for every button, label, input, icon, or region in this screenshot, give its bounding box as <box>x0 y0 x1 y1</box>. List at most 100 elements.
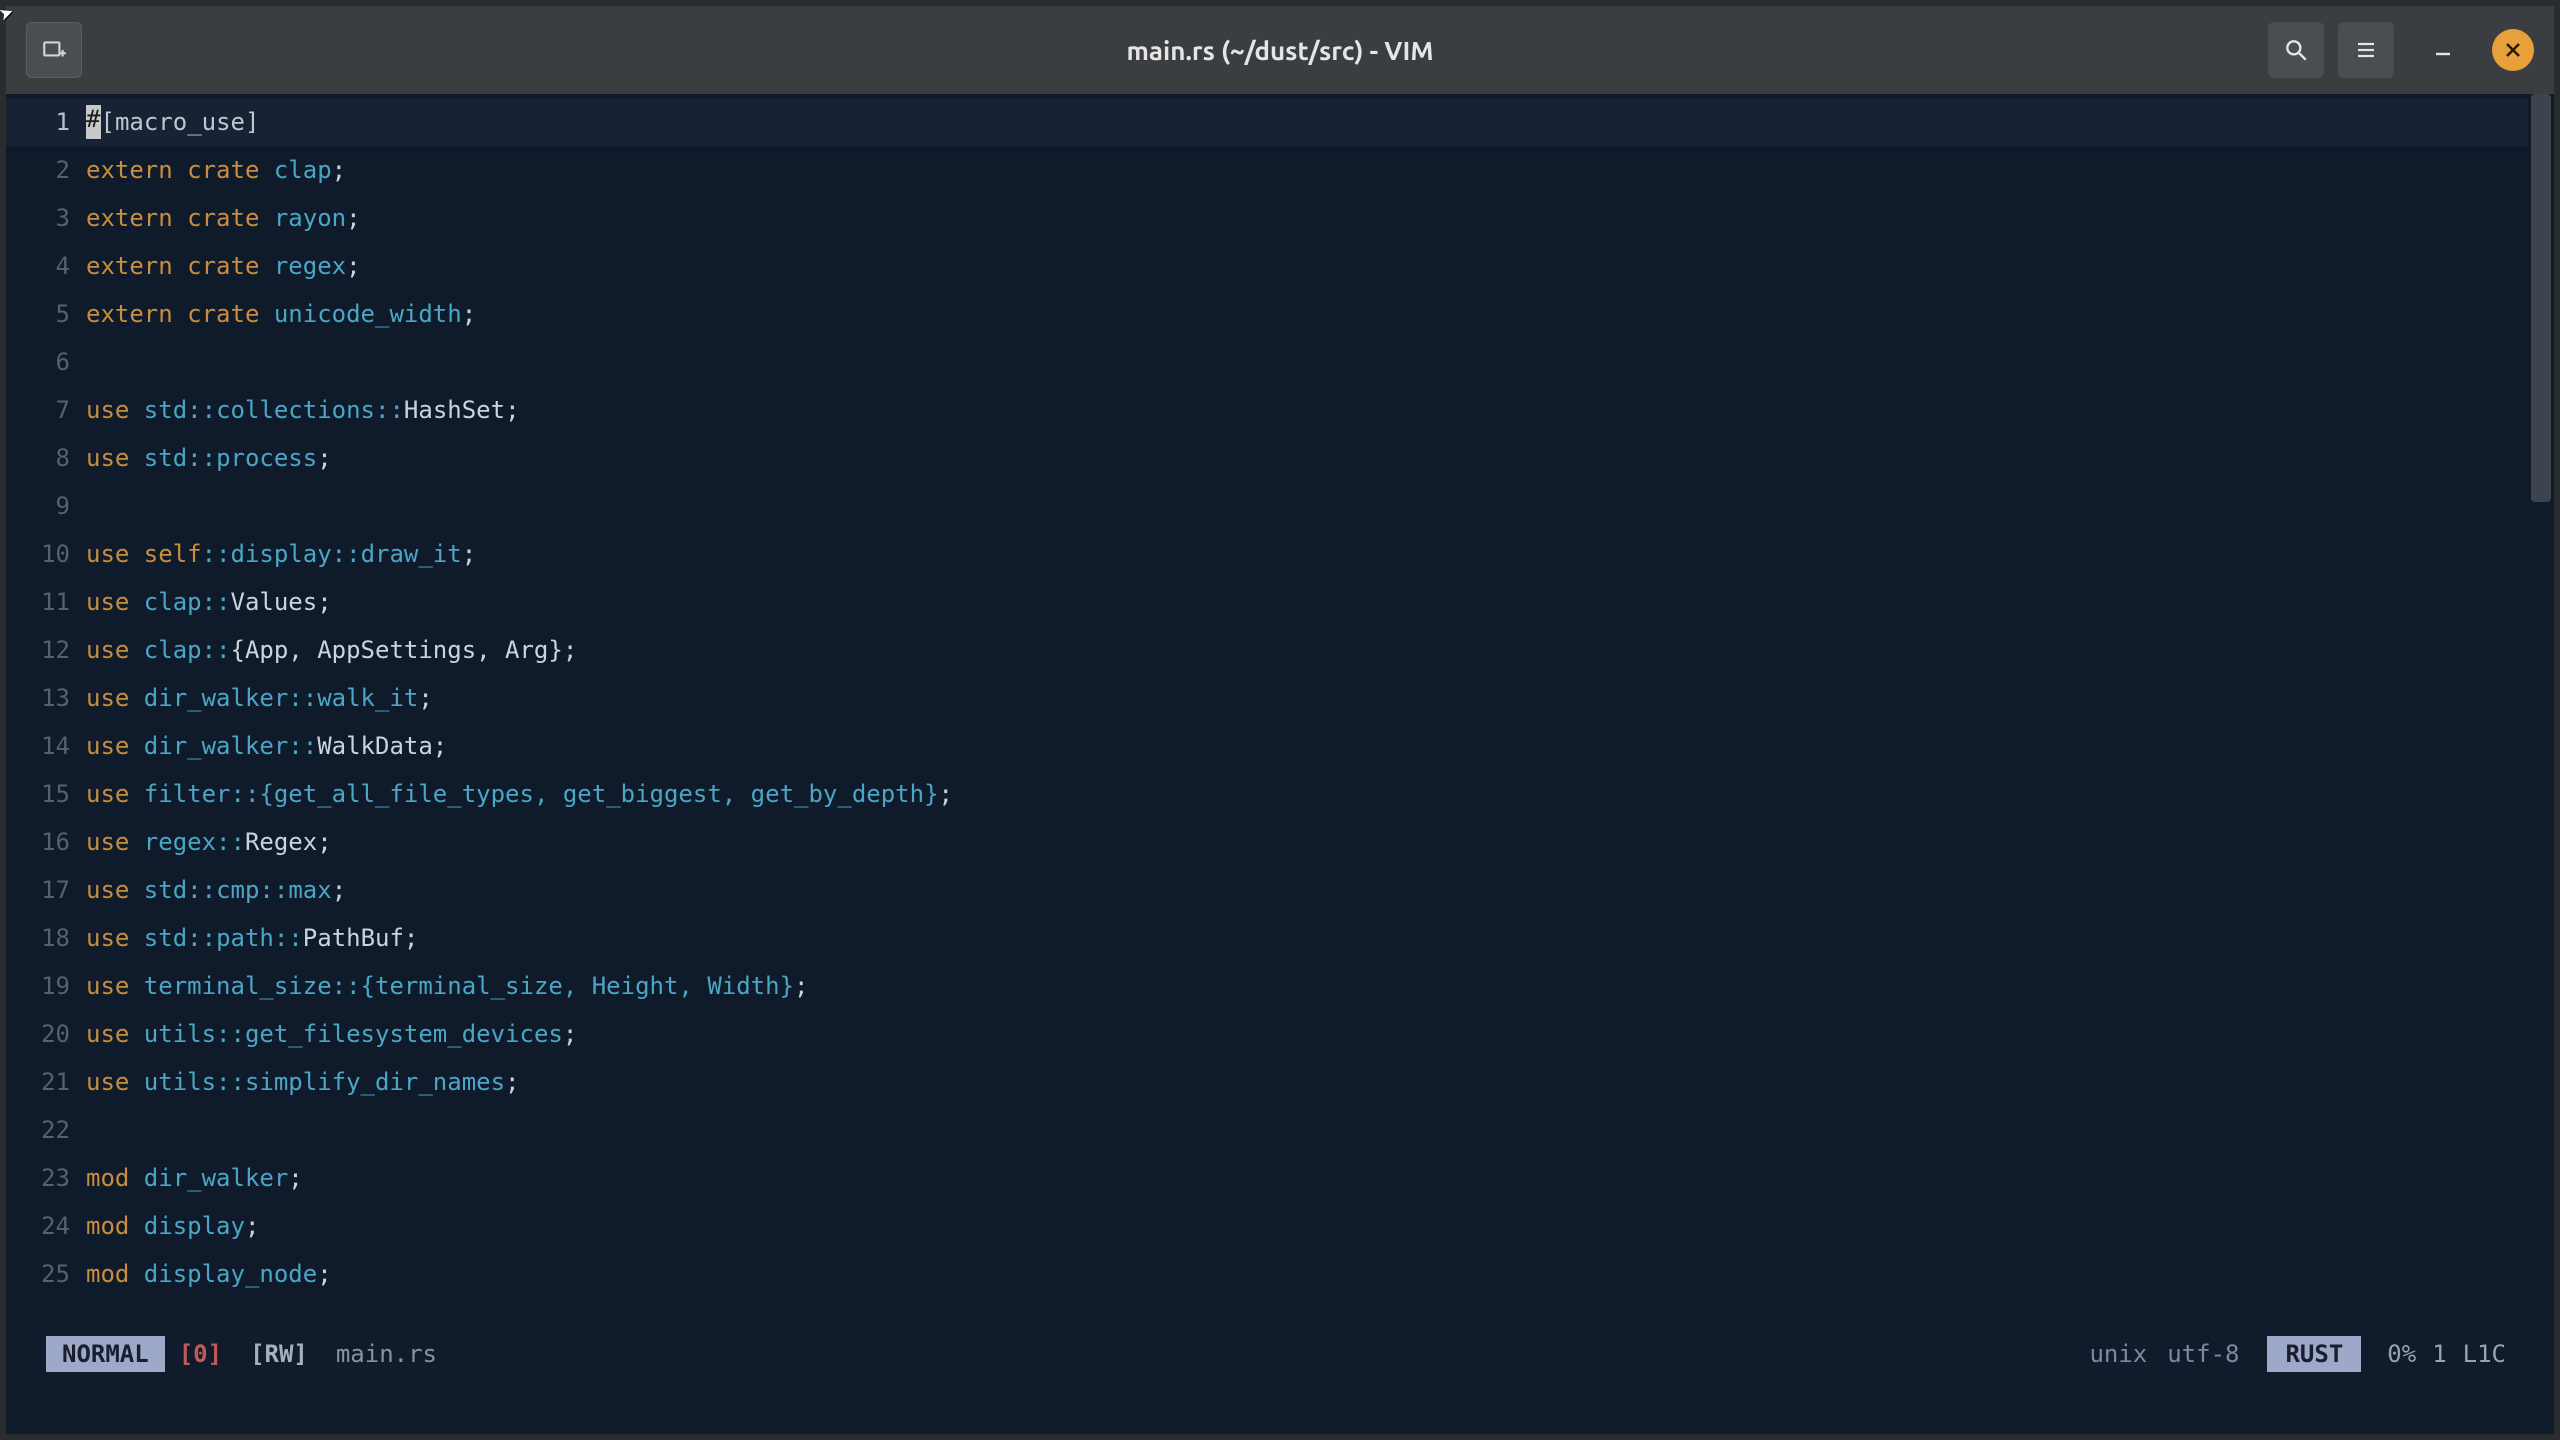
token-ident: clap <box>144 636 202 664</box>
token-ident: regex <box>274 252 346 280</box>
menu-button[interactable] <box>2338 22 2394 78</box>
token-punct: :: <box>332 972 361 1000</box>
code-line[interactable]: 25mod display_node; <box>6 1250 2554 1298</box>
code-line[interactable]: 12use clap::{App, AppSettings, Arg}; <box>6 626 2554 674</box>
new-tab-button[interactable] <box>26 22 82 78</box>
token-ident: path <box>216 924 274 952</box>
token-white: ; <box>505 1068 519 1096</box>
editor-viewport[interactable]: 1#[macro_use]2extern crate clap;3extern … <box>6 94 2554 1330</box>
filename-label: main.rs <box>322 1340 451 1368</box>
token-kw: use <box>86 636 144 664</box>
code-content: extern crate regex; <box>86 252 361 280</box>
token-ident: rayon <box>274 204 346 232</box>
line-number: 7 <box>6 396 86 424</box>
token-ident: utils <box>144 1068 216 1096</box>
line-number: 5 <box>6 300 86 328</box>
token-punct: :: <box>187 924 216 952</box>
code-line[interactable]: 5extern crate unicode_width; <box>6 290 2554 338</box>
token-punct: :: <box>216 1068 245 1096</box>
titlebar: main.rs (~/dust/src) - VIM <box>6 6 2554 94</box>
token-kw: use <box>86 780 144 808</box>
code-content: use utils::simplify_dir_names; <box>86 1068 520 1096</box>
token-kw: mod <box>86 1164 144 1192</box>
code-content: use utils::get_filesystem_devices; <box>86 1020 577 1048</box>
code-line[interactable]: 19use terminal_size::{terminal_size, Hei… <box>6 962 2554 1010</box>
token-ident: process <box>216 444 317 472</box>
code-line[interactable]: 20use utils::get_filesystem_devices; <box>6 1010 2554 1058</box>
code-content: extern crate rayon; <box>86 204 361 232</box>
token-kw: use <box>86 396 144 424</box>
code-content: mod dir_walker; <box>86 1164 303 1192</box>
token-kw: self <box>144 540 202 568</box>
token-punct: :: <box>288 684 317 712</box>
line-number: 15 <box>6 780 86 808</box>
token-ident: clap <box>274 156 332 184</box>
token-white: Values <box>231 588 318 616</box>
token-ident: {get_all_file_types, get_biggest, get_by… <box>259 780 938 808</box>
code-line[interactable]: 1#[macro_use] <box>6 98 2554 146</box>
token-kw: use <box>86 684 144 712</box>
token-white: ; <box>288 1164 302 1192</box>
code-content: use std::collections::HashSet; <box>86 396 520 424</box>
token-kw: use <box>86 924 144 952</box>
line-number: 14 <box>6 732 86 760</box>
terminal-window: main.rs (~/dust/src) - VIM <box>6 6 2554 1434</box>
command-line-area[interactable] <box>6 1378 2554 1434</box>
minimize-button[interactable] <box>2422 29 2464 71</box>
code-line[interactable]: 8use std::process; <box>6 434 2554 482</box>
token-white: ; <box>245 1212 259 1240</box>
line-number: 20 <box>6 1020 86 1048</box>
code-line[interactable]: 4extern crate regex; <box>6 242 2554 290</box>
line-number: 11 <box>6 588 86 616</box>
token-kw: use <box>86 540 144 568</box>
new-tab-icon <box>41 37 67 63</box>
line-number: 1 <box>6 108 86 136</box>
code-line[interactable]: 24mod display; <box>6 1202 2554 1250</box>
token-white: ; <box>462 540 476 568</box>
token-ident: utils <box>144 1020 216 1048</box>
token-kw: use <box>86 588 144 616</box>
code-line[interactable]: 2extern crate clap; <box>6 146 2554 194</box>
code-line[interactable]: 9 <box>6 482 2554 530</box>
token-white: Regex <box>245 828 317 856</box>
token-white: ; <box>563 1020 577 1048</box>
code-line[interactable]: 15use filter::{get_all_file_types, get_b… <box>6 770 2554 818</box>
code-line[interactable]: 13use dir_walker::walk_it; <box>6 674 2554 722</box>
token-white: ; <box>505 396 519 424</box>
code-content: use clap::{App, AppSettings, Arg}; <box>86 636 577 664</box>
line-number: 17 <box>6 876 86 904</box>
token-kw: use <box>86 1020 144 1048</box>
code-line[interactable]: 23mod dir_walker; <box>6 1154 2554 1202</box>
code-line[interactable]: 7use std::collections::HashSet; <box>6 386 2554 434</box>
token-ident: get_filesystem_devices <box>245 1020 563 1048</box>
line-number: 4 <box>6 252 86 280</box>
close-button[interactable] <box>2492 29 2534 71</box>
token-white: {App, AppSettings, Arg} <box>231 636 563 664</box>
code-content: use filter::{get_all_file_types, get_big… <box>86 780 953 808</box>
token-white: ; <box>332 156 346 184</box>
line-number: 9 <box>6 492 86 520</box>
code-line[interactable]: 22 <box>6 1106 2554 1154</box>
token-white: WalkData <box>317 732 433 760</box>
search-button[interactable] <box>2268 22 2324 78</box>
code-line[interactable]: 6 <box>6 338 2554 386</box>
code-line[interactable]: 11use clap::Values; <box>6 578 2554 626</box>
token-ident: walk_it <box>317 684 418 712</box>
scrollbar-thumb[interactable] <box>2531 94 2551 502</box>
token-punct: :: <box>274 924 303 952</box>
code-line[interactable]: 14use dir_walker::WalkData; <box>6 722 2554 770</box>
code-line[interactable]: 3extern crate rayon; <box>6 194 2554 242</box>
code-line[interactable]: 18use std::path::PathBuf; <box>6 914 2554 962</box>
code-content: use std::path::PathBuf; <box>86 924 418 952</box>
code-line[interactable]: 10use self::display::draw_it; <box>6 530 2554 578</box>
code-content: use terminal_size::{terminal_size, Heigh… <box>86 972 808 1000</box>
token-white: ; <box>317 444 331 472</box>
token-punct: :: <box>187 396 216 424</box>
code-line[interactable]: 16use regex::Regex; <box>6 818 2554 866</box>
code-content: use std::process; <box>86 444 332 472</box>
code-line[interactable]: 17use std::cmp::max; <box>6 866 2554 914</box>
text-cursor: # <box>86 105 101 139</box>
token-punct: :: <box>216 1020 245 1048</box>
code-line[interactable]: 21use utils::simplify_dir_names; <box>6 1058 2554 1106</box>
vertical-scrollbar[interactable] <box>2528 94 2554 1330</box>
